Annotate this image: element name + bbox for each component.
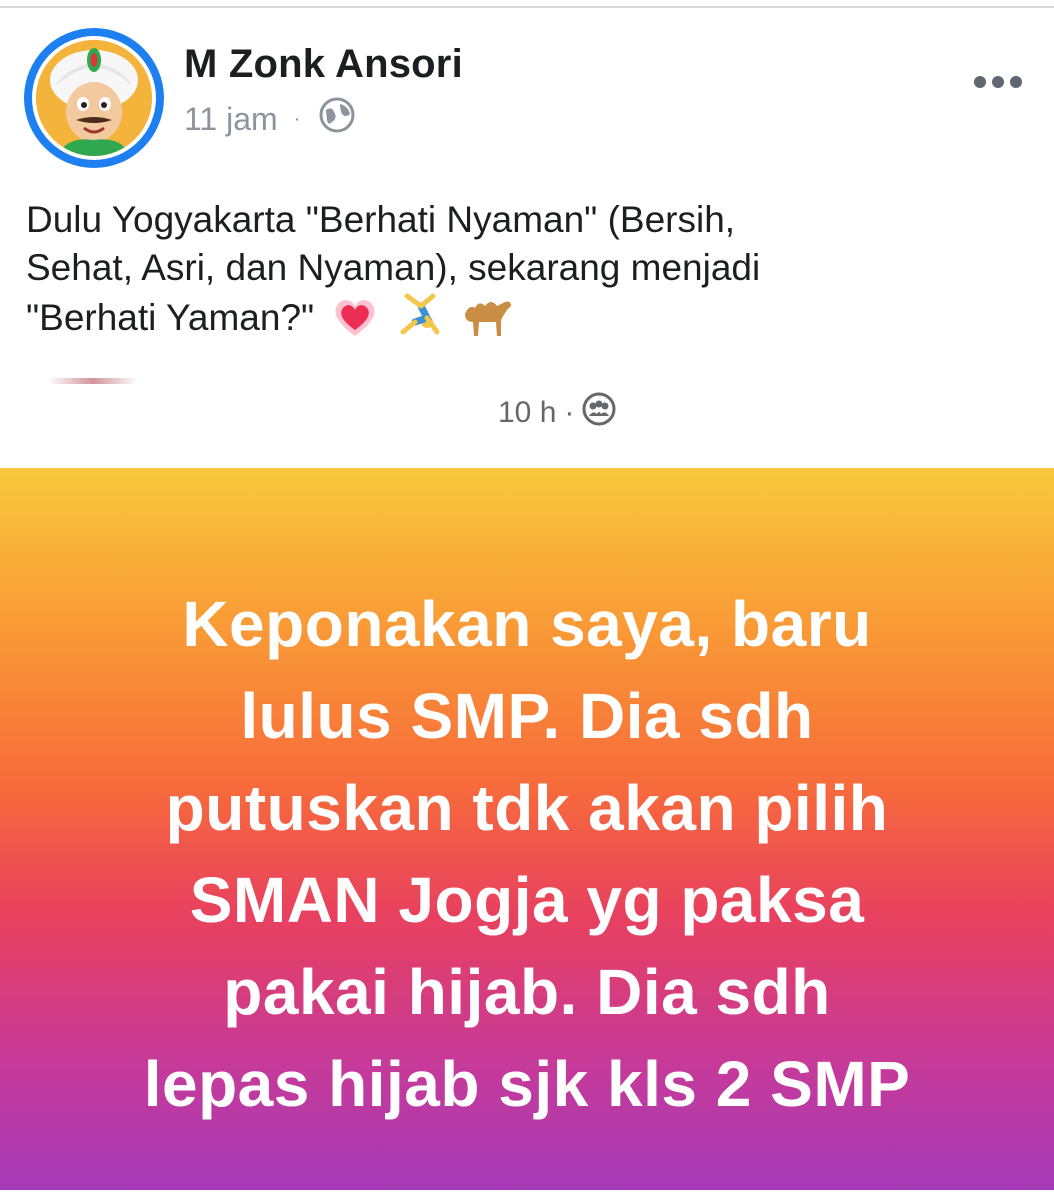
more-options-icon[interactable] [972,64,1024,100]
shared-post-meta: 10 h · [498,392,616,434]
blurred-name [48,378,138,384]
friends-icon [582,392,616,434]
caption-line: Sehat, Asri, dan Nyaman), sekarang menja… [26,247,761,288]
avatar-image [36,40,152,156]
meta-separator: · [293,107,301,130]
caption-line: "Berhati Yaman?" [26,297,315,338]
text-post-line: Keponakan saya, baru [182,588,872,660]
text-post-line: SMAN Jogja yg paksa [189,864,865,936]
avatar[interactable] [24,28,164,168]
post-meta: 11 jam · [184,96,356,142]
top-divider [0,6,1054,8]
post-caption: Dulu Yogyakarta "Berhati Nyaman" (Bersih… [26,196,1026,350]
growing-heart-icon [332,296,378,350]
text-post-line: lulus SMP. Dia sdh [240,680,814,752]
post-time[interactable]: 11 jam [184,101,278,138]
text-post-background: Keponakan saya, baru lulus SMP. Dia sdh … [0,468,1054,1190]
text-post-line: lepas hijab sjk kls 2 SMP [143,1048,911,1120]
cartwheel-person-icon [397,292,443,350]
text-post-content: Keponakan saya, baru lulus SMP. Dia sdh … [40,578,1014,1130]
shared-post-time[interactable]: 10 h [498,396,556,430]
author-name[interactable]: M Zonk Ansori [184,42,463,87]
caption-line: Dulu Yogyakarta "Berhati Nyaman" (Bersih… [26,199,736,240]
meta-separator: · [564,396,575,429]
bottom-margin [0,1190,1054,1200]
globe-icon [318,96,356,142]
text-post-line: pakai hijab. Dia sdh [223,956,831,1028]
text-post-line: putuskan tdk akan pilih [165,772,889,844]
facebook-post: M Zonk Ansori 11 jam · Dulu Yogyakarta "… [0,0,1054,1200]
camel-icon [461,292,513,350]
